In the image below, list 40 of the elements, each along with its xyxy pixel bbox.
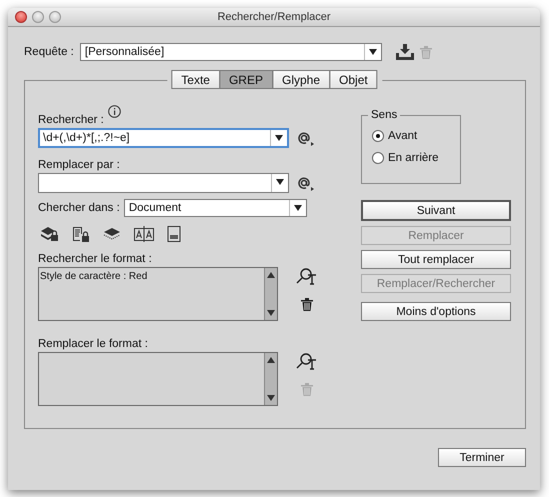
tab[interactable]: GREP <box>218 70 273 89</box>
direction-label: Sens <box>370 109 398 121</box>
search-in-label: Chercher dans : <box>38 202 120 214</box>
locked-document-icon[interactable] <box>72 226 90 242</box>
tab[interactable]: Glyphe <box>272 70 330 89</box>
locked-layers-icon[interactable] <box>41 226 59 242</box>
find-label: Rechercher : <box>38 114 104 126</box>
layers-icon[interactable] <box>103 227 121 241</box>
scrollbar[interactable] <box>264 353 277 405</box>
save-query-icon[interactable] <box>396 44 414 60</box>
close-icon[interactable] <box>15 11 27 23</box>
footnote-icon[interactable] <box>167 226 181 242</box>
action-button[interactable]: Tout remplacer <box>361 250 511 269</box>
change-field[interactable] <box>38 173 289 193</box>
query-label: Requête : <box>24 46 74 58</box>
direction-radio[interactable]: En arrière <box>372 147 450 169</box>
change-format-box[interactable] <box>38 352 278 406</box>
tab[interactable]: Texte <box>171 70 220 89</box>
done-button[interactable]: Terminer <box>438 448 526 467</box>
glyph-pair-icon[interactable] <box>134 226 154 242</box>
format-description: Style de caractère : Red <box>40 271 148 282</box>
tab[interactable]: Objet <box>329 70 378 89</box>
find-format-box[interactable]: Style de caractère : Red <box>38 267 278 321</box>
action-button[interactable]: Moins d'options <box>361 302 511 321</box>
find-field[interactable]: \d+(,\d+)*[,;.?!~e] <box>38 128 289 148</box>
change-format-label: Remplacer le format : <box>38 338 148 350</box>
format-search-icon[interactable] <box>296 267 318 285</box>
scrollbar[interactable] <box>264 268 277 320</box>
query-dropdown[interactable]: [Personnalisée] <box>80 43 382 61</box>
search-in-dropdown[interactable]: Document <box>124 199 307 217</box>
direction-radio[interactable]: Avant <box>372 125 450 147</box>
special-characters-icon[interactable] <box>297 175 315 191</box>
window-title: Rechercher/Remplacer <box>217 11 331 23</box>
change-label: Remplacer par : <box>38 159 120 171</box>
info-icon[interactable] <box>108 105 121 118</box>
special-characters-icon[interactable] <box>297 130 315 146</box>
find-format-label: Rechercher le format : <box>38 253 152 265</box>
trash-icon[interactable] <box>301 298 313 311</box>
format-search-icon[interactable] <box>296 352 318 370</box>
action-button[interactable]: Suivant <box>361 200 511 221</box>
